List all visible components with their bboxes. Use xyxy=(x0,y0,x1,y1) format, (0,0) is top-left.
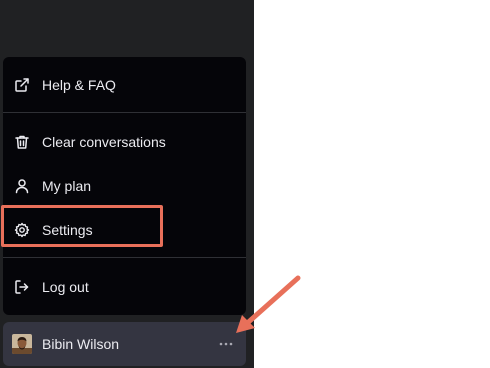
menu-item-my-plan[interactable]: My plan xyxy=(3,166,246,206)
user-name: Bibin Wilson xyxy=(42,336,120,352)
menu-item-clear-conversations[interactable]: Clear conversations xyxy=(3,122,246,162)
user-menu: Help & FAQ Clear conversations My plan S… xyxy=(3,57,246,315)
menu-item-label: My plan xyxy=(42,178,92,194)
avatar xyxy=(12,334,32,354)
sidebar: Help & FAQ Clear conversations My plan S… xyxy=(0,0,254,368)
menu-item-settings[interactable]: Settings xyxy=(3,210,246,250)
menu-item-label: Help & FAQ xyxy=(42,77,116,93)
logout-icon xyxy=(14,279,30,295)
menu-item-label: Clear conversations xyxy=(42,134,166,150)
annotation-arrow-icon xyxy=(236,275,301,333)
user-icon xyxy=(14,178,30,194)
user-account-button[interactable]: Bibin Wilson xyxy=(3,322,246,366)
gear-icon xyxy=(14,222,30,238)
menu-item-label: Log out xyxy=(42,279,89,295)
trash-icon xyxy=(14,134,30,150)
external-link-icon xyxy=(14,77,30,93)
menu-item-label: Settings xyxy=(42,222,93,238)
menu-item-log-out[interactable]: Log out xyxy=(3,267,246,307)
menu-item-help-faq[interactable]: Help & FAQ xyxy=(3,65,246,105)
divider xyxy=(3,257,246,258)
divider xyxy=(3,112,246,113)
